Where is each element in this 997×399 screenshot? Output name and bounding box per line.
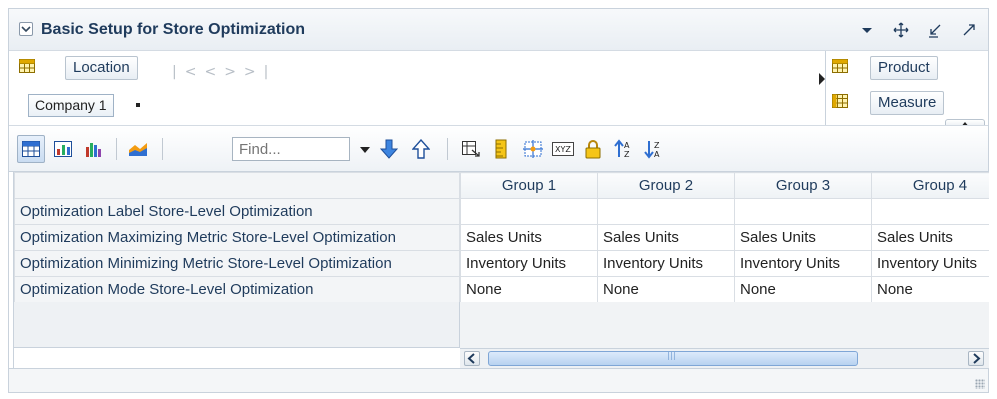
svg-text:Z: Z — [654, 141, 660, 150]
table-row: Sales Units Sales Units Sales Units Sale… — [460, 224, 989, 251]
product-grid-icon — [832, 59, 848, 77]
previous-page-icon[interactable]: < — [204, 64, 224, 80]
grid-cell[interactable]: None — [597, 276, 735, 303]
row-label: Optimization Maximizing Metric Store-Lev… — [14, 224, 460, 251]
table-row: Inventory Units Inventory Units Inventor… — [460, 250, 989, 277]
table-row: None None None None — [460, 276, 989, 303]
svg-text:Z: Z — [624, 150, 630, 159]
first-page-icon[interactable]: |< — [172, 64, 204, 80]
measure-dimension-button[interactable]: Measure — [870, 91, 945, 115]
row-header[interactable]: Optimization Minimizing Metric Store-Lev… — [14, 250, 460, 277]
data-grid: Optimization Label Store-Level Optimizat… — [13, 172, 989, 368]
toolbar-separator — [116, 138, 117, 160]
row-label: Optimization Label Store-Level Optimizat… — [14, 198, 460, 225]
member-pager: |<<>>| — [172, 64, 276, 80]
row-header[interactable]: Optimization Label Store-Level Optimizat… — [14, 198, 460, 225]
grid-corner — [14, 172, 460, 199]
pivot-icon[interactable] — [457, 135, 485, 163]
row-header[interactable]: Optimization Maximizing Metric Store-Lev… — [14, 224, 460, 251]
sort-asc-icon[interactable]: AZ — [610, 135, 638, 163]
grid-cell[interactable]: None — [734, 276, 872, 303]
dimension-area: Location |<<>>| Company 1 Product Measur… — [9, 51, 988, 131]
grid-cell[interactable] — [460, 198, 598, 225]
bar-chart-icon[interactable] — [79, 135, 107, 163]
location-grid-icon — [19, 59, 35, 77]
grid-cell[interactable]: Sales Units — [597, 224, 735, 251]
row-header[interactable]: Optimization Mode Store-Level Optimizati… — [14, 276, 460, 303]
selected-member-chip[interactable]: Company 1 — [28, 94, 114, 117]
row-header-pane: Optimization Label Store-Level Optimizat… — [14, 172, 460, 303]
maximize-icon[interactable] — [960, 21, 978, 39]
down-arrow-icon[interactable] — [375, 135, 403, 163]
last-page-icon[interactable]: >| — [244, 64, 276, 80]
row-header-empty-area — [14, 302, 460, 348]
chart-table-icon[interactable] — [49, 135, 77, 163]
grid-cell[interactable]: Sales Units — [460, 224, 598, 251]
chip-marker — [136, 103, 140, 107]
svg-text:A: A — [654, 150, 660, 159]
grid-cell[interactable]: Inventory Units — [460, 250, 598, 277]
scroll-left-icon[interactable] — [464, 351, 480, 366]
toolbar-separator — [447, 138, 448, 160]
ruler-icon[interactable] — [487, 135, 515, 163]
status-bar — [9, 368, 988, 392]
split-icon[interactable] — [519, 135, 547, 163]
next-page-icon[interactable]: > — [224, 64, 244, 80]
grid-cell[interactable]: None — [460, 276, 598, 303]
column-dimensions: Product Measure — [825, 51, 988, 125]
lock-icon[interactable] — [579, 135, 607, 163]
column-header[interactable]: Group 2 — [597, 172, 735, 199]
table-view-icon[interactable] — [17, 135, 45, 163]
menu-dropdown-icon[interactable] — [858, 21, 876, 39]
collapse-toggle-icon[interactable] — [19, 22, 33, 36]
svg-text:A: A — [624, 141, 630, 150]
grid-cell[interactable]: Inventory Units — [734, 250, 872, 277]
grid-cell[interactable] — [734, 198, 872, 225]
data-empty-area — [460, 302, 989, 348]
horizontal-scrollbar[interactable] — [460, 348, 989, 368]
find-dropdown-icon[interactable] — [360, 147, 370, 153]
column-header[interactable]: Group 1 — [460, 172, 598, 199]
grid-cell[interactable]: Inventory Units — [871, 250, 989, 277]
resize-grip-icon[interactable] — [975, 379, 985, 389]
area-chart-icon[interactable] — [124, 135, 152, 163]
sort-desc-icon[interactable]: ZA — [640, 135, 668, 163]
svg-text:XYZ: XYZ — [555, 145, 571, 154]
product-dimension-button[interactable]: Product — [870, 56, 938, 80]
restore-icon[interactable] — [926, 21, 944, 39]
header-tools — [858, 20, 978, 40]
measure-grid-icon — [832, 94, 848, 112]
grid-cell[interactable]: Sales Units — [734, 224, 872, 251]
scroll-right-icon[interactable] — [968, 351, 984, 366]
grid-cell[interactable]: Sales Units — [871, 224, 989, 251]
column-header[interactable]: Group 4 — [871, 172, 989, 199]
move-icon[interactable] — [892, 21, 910, 39]
location-dimension-button[interactable]: Location — [65, 56, 138, 80]
table-row — [460, 198, 989, 225]
column-header[interactable]: Group 3 — [734, 172, 872, 199]
basic-setup-panel: Basic Setup for Store Optimization Locat… — [8, 8, 989, 393]
grid-cell[interactable]: None — [871, 276, 989, 303]
up-arrow-icon[interactable] — [407, 135, 435, 163]
grid-toolbar: XYZ AZ ZA — [9, 125, 988, 172]
grid-cell[interactable] — [597, 198, 735, 225]
grid-cell[interactable]: Inventory Units — [597, 250, 735, 277]
row-label: Optimization Minimizing Metric Store-Lev… — [14, 250, 460, 277]
xyz-icon[interactable]: XYZ — [549, 135, 577, 163]
scroll-thumb[interactable] — [488, 351, 858, 366]
grid-cell[interactable] — [871, 198, 989, 225]
find-input[interactable] — [232, 137, 350, 161]
toolbar-separator — [162, 138, 163, 160]
panel-title: Basic Setup for Store Optimization — [41, 21, 306, 38]
row-label: Optimization Mode Store-Level Optimizati… — [14, 276, 460, 303]
panel-header: Basic Setup for Store Optimization — [9, 9, 988, 51]
